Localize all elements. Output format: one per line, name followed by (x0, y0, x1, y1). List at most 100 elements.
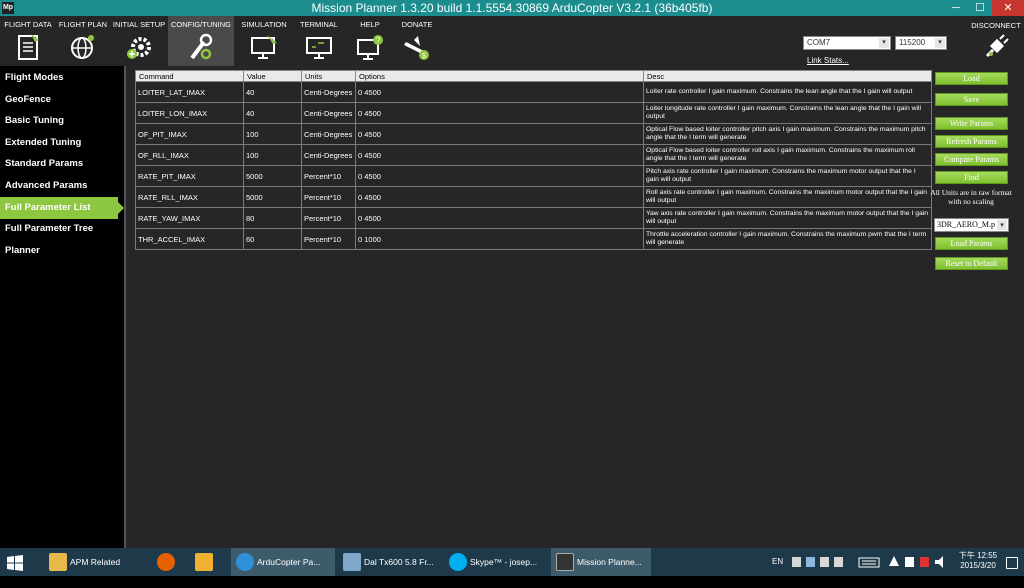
param-desc: Optical Flow based loiter controller rol… (643, 144, 932, 166)
task-label: APM Related (70, 557, 121, 567)
param-command: RATE_PIT_IMAX (135, 165, 244, 187)
link-stats-link[interactable]: Link Stats... (807, 56, 849, 65)
sidebar-item-extended-tuning[interactable]: Extended Tuning (0, 132, 124, 154)
nav-label: FLIGHT PLAN (58, 20, 108, 29)
table-header-row: Command Value Units Options Desc (135, 70, 932, 82)
nav-config-tuning[interactable]: CONFIG/TUNING (168, 16, 234, 66)
com-port-value: COM7 (807, 38, 831, 47)
column-header-desc[interactable]: Desc (643, 70, 932, 82)
svg-text:?: ? (376, 36, 381, 45)
table-row[interactable]: LOITER_LON_IMAX 40 Centi-Degrees 0 4500 … (135, 102, 932, 124)
nav-terminal[interactable]: TERMINAL (292, 16, 346, 66)
param-value[interactable]: 5000 (243, 186, 302, 208)
column-header-units[interactable]: Units (301, 70, 356, 82)
param-desc: Yaw axis rate controller I gain maximum.… (643, 207, 932, 229)
compare-params-button[interactable]: Compare Params (935, 153, 1008, 166)
column-header-value[interactable]: Value (243, 70, 302, 82)
nav-help[interactable]: HELP ? (348, 16, 392, 66)
nav-simulation[interactable]: SIMULATION (238, 16, 290, 66)
reset-to-default-button[interactable]: Reset to Default (935, 257, 1008, 270)
refresh-params-button[interactable]: Refresh Params (935, 135, 1008, 148)
wrench-icon (190, 33, 213, 60)
table-row[interactable]: THR_ACCEL_IMAX 60 Percent*10 0 1000 Thro… (135, 228, 932, 250)
windows-start-icon[interactable] (6, 554, 24, 572)
param-options: 0 4500 (355, 207, 644, 229)
param-units: Percent*10 (301, 228, 356, 250)
nav-flight-plan[interactable]: FLIGHT PLAN (56, 16, 110, 66)
table-row[interactable]: RATE_PIT_IMAX 5000 Percent*10 0 4500 Pit… (135, 165, 932, 187)
task-mission-planner[interactable]: Mission Planne... (551, 548, 651, 576)
nav-flight-data[interactable]: FLIGHT DATA (2, 16, 54, 66)
sidebar-item-full-parameter-list[interactable]: Full Parameter List (0, 197, 124, 219)
param-value[interactable]: 100 (243, 123, 302, 145)
save-button[interactable]: Save (935, 93, 1008, 106)
task-label: Skype™ - josep... (470, 557, 538, 567)
sidebar-item-geofence[interactable]: GeoFence (0, 89, 124, 111)
load-button[interactable]: Load (935, 72, 1008, 85)
system-tray-icons (889, 556, 943, 568)
task-firefox[interactable] (152, 548, 186, 576)
notification-icon[interactable] (1006, 557, 1018, 569)
sidebar-item-basic-tuning[interactable]: Basic Tuning (0, 110, 124, 132)
baud-rate-value: 115200 (899, 38, 926, 47)
monitor-plane-icon (251, 35, 277, 59)
param-value[interactable]: 100 (243, 144, 302, 166)
column-header-command[interactable]: Command (135, 70, 244, 82)
param-value[interactable]: 40 (243, 102, 302, 124)
nav-initial-setup[interactable]: INITIAL SETUP (112, 16, 166, 66)
param-command: LOITER_LAT_IMAX (135, 81, 244, 103)
disconnect-button[interactable]: DISCONNECT (968, 18, 1024, 66)
keyboard-glyph (858, 557, 880, 568)
folder-icon (49, 553, 67, 571)
gear-plus-icon (127, 37, 151, 59)
param-value[interactable]: 80 (243, 207, 302, 229)
task-apm-related[interactable]: APM Related (44, 548, 148, 576)
sidebar-item-planner[interactable]: Planner (0, 240, 124, 262)
system-tray[interactable] (886, 548, 952, 576)
param-units: Centi-Degrees (301, 102, 356, 124)
task-label: Dal Tx600 5.8 Fr... (364, 557, 434, 567)
close-button[interactable]: ✕ (992, 0, 1024, 16)
title-bar: Mp Mission Planner 1.3.20 build 1.1.5554… (0, 0, 1024, 16)
maximize-button[interactable]: ☐ (968, 0, 992, 16)
clock-date: 2015/3/20 (960, 561, 996, 570)
table-row[interactable]: LOITER_LAT_IMAX 40 Centi-Degrees 0 4500 … (135, 81, 932, 103)
nav-donate[interactable]: DONATE $ (394, 16, 440, 66)
windows-taskbar: APM Related ArduCopter Pa... Dal Tx600 5… (0, 548, 1024, 576)
task-skype[interactable]: Skype™ - josep... (444, 548, 548, 576)
task-dal-tx600[interactable]: Dal Tx600 5.8 Fr... (338, 548, 442, 576)
sidebar-item-standard-params[interactable]: Standard Params (0, 153, 124, 175)
sidebar-item-advanced-params[interactable]: Advanced Params (0, 175, 124, 197)
internet-explorer-icon (236, 553, 254, 571)
input-language[interactable]: EN (772, 548, 783, 576)
find-button[interactable]: Find (935, 171, 1008, 184)
param-file-select[interactable]: 3DR_AERO_M.p ▾ (934, 218, 1009, 232)
param-value[interactable]: 60 (243, 228, 302, 250)
config-sidebar: Flight Modes GeoFence Basic Tuning Exten… (0, 66, 124, 548)
param-value[interactable]: 40 (243, 81, 302, 103)
terminal-icon (306, 37, 332, 59)
table-row[interactable]: OF_PIT_IMAX 100 Centi-Degrees 0 4500 Opt… (135, 123, 932, 145)
tray-icons[interactable] (790, 548, 850, 576)
write-params-button[interactable]: Write Params (935, 117, 1008, 130)
sidebar-item-flight-modes[interactable]: Flight Modes (0, 67, 124, 89)
sidebar-item-full-parameter-tree[interactable]: Full Parameter Tree (0, 218, 124, 240)
full-parameter-list-panel: Command Value Units Options Desc LOITER_… (126, 66, 1024, 548)
minimize-button[interactable]: ─ (944, 0, 968, 16)
table-row[interactable]: RATE_RLL_IMAX 5000 Percent*10 0 4500 Rol… (135, 186, 932, 208)
param-command: OF_PIT_IMAX (135, 123, 244, 145)
table-row[interactable]: RATE_YAW_IMAX 80 Percent*10 0 4500 Yaw a… (135, 207, 932, 229)
nav-label: FLIGHT DATA (4, 20, 52, 29)
param-file-value: 3DR_AERO_M.p (937, 220, 996, 229)
baud-rate-select[interactable]: 115200 ▾ (895, 36, 947, 50)
task-arducopter[interactable]: ArduCopter Pa... (231, 548, 335, 576)
system-clock[interactable]: 下午 12:55 2015/3/20 (955, 551, 1001, 571)
load-params-button[interactable]: Load Params (935, 237, 1008, 250)
param-value[interactable]: 5000 (243, 165, 302, 187)
keyboard-icon[interactable] (858, 548, 882, 576)
table-row[interactable]: OF_RLL_IMAX 100 Centi-Degrees 0 4500 Opt… (135, 144, 932, 166)
task-mail[interactable] (190, 548, 224, 576)
com-port-select[interactable]: COM7 ▾ (803, 36, 891, 50)
param-desc: Loiter longitude rate controller I gain … (643, 102, 932, 124)
column-header-options[interactable]: Options (355, 70, 644, 82)
